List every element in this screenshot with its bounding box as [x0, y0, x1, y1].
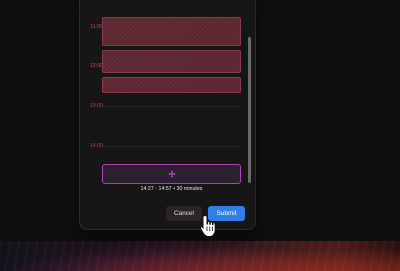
selected-time-slot[interactable] — [102, 164, 241, 184]
hour-label-14: 14:00 — [89, 143, 103, 149]
busy-block — [102, 17, 241, 46]
busy-block — [102, 50, 241, 73]
dialog-footer: Cancel Submit — [80, 203, 255, 225]
scrollbar[interactable] — [247, 0, 251, 196]
move-icon — [168, 170, 175, 178]
schedule-timeline[interactable]: 11:00 12:00 13:00 14:00 14:27 - 14:57 • … — [80, 0, 246, 196]
schedule-dialog: 11:00 12:00 13:00 14:00 14:27 - 14:57 • … — [79, 0, 256, 230]
scrollbar-thumb[interactable] — [248, 37, 251, 183]
hour-line — [102, 146, 242, 147]
selection-duration-caption: 14:27 - 14:57 • 30 minutes — [140, 186, 203, 192]
desktop-background — [0, 241, 400, 271]
hour-label-11: 11:00 — [90, 24, 103, 30]
cancel-button[interactable]: Cancel — [166, 206, 202, 221]
hour-label-12: 12:00 — [89, 63, 103, 69]
hand-pointer-icon — [199, 214, 216, 237]
hour-label-13: 13:00 — [89, 103, 103, 109]
busy-block — [102, 77, 241, 93]
hour-line — [102, 106, 242, 107]
